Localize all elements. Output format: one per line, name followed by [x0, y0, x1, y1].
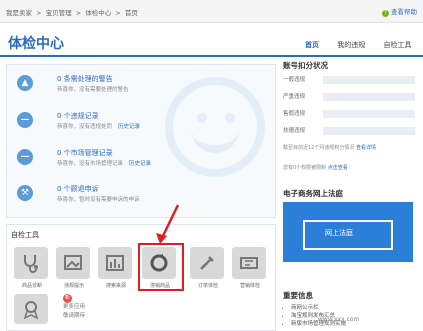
click-view-link[interactable]: 点击查看: [328, 165, 348, 171]
important-news-panel: 重要信息 商网公示栏 淘宝规则发布汇总 新版市场管理规则实施: [283, 290, 418, 329]
watermark: www.xxx.com: [318, 316, 360, 323]
account-points-panel: 账号扣分状况 一般违规 严重违规 售假违规 扶德违规 截至目前近12个月违规积分…: [283, 60, 418, 182]
banner-text: 网上法庭: [325, 229, 353, 237]
news-title: 重要信息: [283, 291, 313, 300]
account-note-2: 您有0个权限被限制 点击查看: [283, 165, 348, 171]
online-court-title: 电子商务网上法庭: [283, 189, 343, 198]
account-title: 账号扣分状况: [283, 61, 328, 70]
online-court-panel: 电子商务网上法庭 网上法庭: [283, 188, 418, 284]
news-item[interactable]: 商网公示栏: [291, 304, 418, 312]
account-row: 严重违规: [283, 92, 418, 102]
view-details-link[interactable]: 查看详情: [356, 145, 376, 151]
account-row: 扶德违规: [283, 126, 418, 136]
online-court-banner[interactable]: 网上法庭: [283, 202, 413, 262]
account-row: 一般违规: [283, 75, 418, 85]
account-row: 售假违规: [283, 109, 418, 119]
account-note: 截至目前近12个月违规积分情况 查看详情: [283, 145, 376, 151]
